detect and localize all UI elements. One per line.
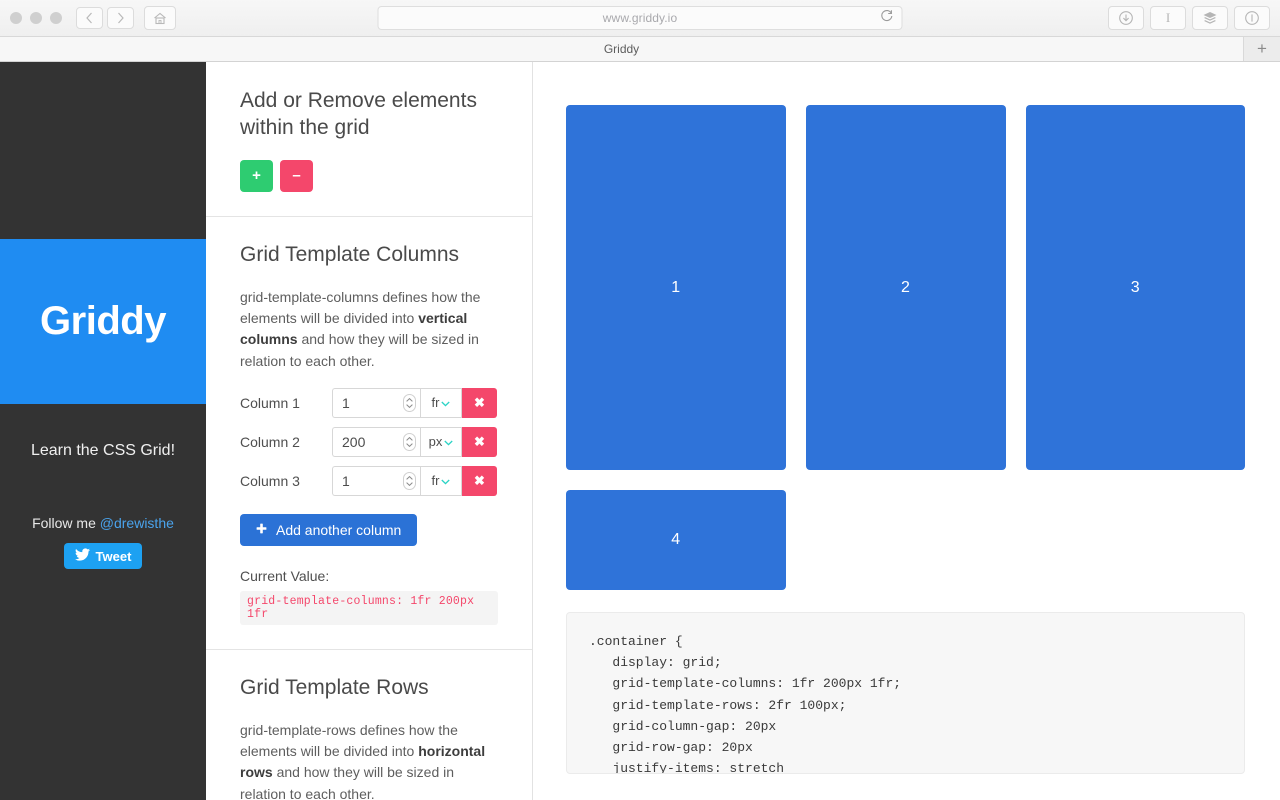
- column-1-unit: fr: [431, 395, 440, 411]
- columns-current-value: grid-template-columns: 1fr 200px 1fr: [240, 590, 498, 625]
- controls-column[interactable]: Add or Remove elements within the grid +…: [206, 62, 533, 800]
- forward-button[interactable]: [107, 7, 134, 29]
- plus-icon: +: [1257, 39, 1267, 58]
- add-another-column-button[interactable]: Add another column: [240, 513, 418, 546]
- window-traffic-lights: [10, 12, 62, 24]
- column-track-row: Column 2 200 px ✖: [240, 426, 498, 457]
- minimize-window-button[interactable]: [30, 12, 42, 24]
- add-another-column-label: Add another column: [276, 521, 402, 538]
- add-element-button[interactable]: +: [240, 159, 273, 192]
- tweet-button-wrapper: Tweet: [0, 531, 206, 569]
- url-text: www.griddy.io: [602, 11, 678, 25]
- home-icon: [153, 12, 167, 25]
- rows-description: grid-template-rows defines how the eleme…: [240, 720, 498, 800]
- logo-block: Griddy: [0, 239, 206, 404]
- follow-label: Follow me: [32, 515, 96, 531]
- plus-icon: [256, 522, 267, 537]
- column-track-row: Column 1 1 fr ✖: [240, 387, 498, 418]
- column-2-label: Column 2: [240, 433, 300, 450]
- column-2-delete-button[interactable]: ✖: [462, 426, 497, 457]
- close-window-button[interactable]: [10, 12, 22, 24]
- column-1-delete-button[interactable]: ✖: [462, 387, 497, 418]
- columns-panel-title: Grid Template Columns: [240, 242, 460, 266]
- info-button[interactable]: [1234, 6, 1270, 30]
- column-3-delete-button[interactable]: ✖: [462, 465, 497, 496]
- rows-desc-part2: and how they will be sized in relation t…: [240, 764, 455, 800]
- column-2-value: 200: [342, 433, 366, 450]
- generated-css-code: .container { display: grid; grid-templat…: [589, 634, 902, 774]
- grid-item[interactable]: 3: [1025, 105, 1245, 470]
- text-cursor-icon: I: [1165, 10, 1171, 25]
- column-1-label: Column 1: [240, 394, 300, 411]
- tab-strip: Griddy +: [0, 37, 1280, 62]
- layers-icon: [1202, 11, 1218, 25]
- grid-item[interactable]: 4: [566, 490, 786, 590]
- address-bar-wrapper: www.griddy.io: [377, 6, 903, 30]
- column-3-label: Column 3: [240, 472, 300, 489]
- chevron-left-icon: [85, 12, 94, 24]
- generated-css-box: .container { display: grid; grid-templat…: [566, 612, 1245, 774]
- column-3-value: 1: [342, 472, 350, 489]
- columns-current-value-label: Current Value:: [240, 567, 330, 584]
- column-3-stepper[interactable]: [403, 471, 416, 490]
- sidebar-top-spacer: [0, 62, 206, 239]
- download-button[interactable]: [1108, 6, 1144, 30]
- tab-overview-button[interactable]: [1192, 6, 1228, 30]
- address-bar[interactable]: www.griddy.io: [377, 6, 903, 30]
- column-2-stepper[interactable]: [403, 432, 416, 451]
- browser-toolbar: www.griddy.io I: [0, 0, 1280, 37]
- tweet-label: Tweet: [95, 548, 132, 564]
- add-remove-buttons: + –: [240, 159, 498, 192]
- home-button[interactable]: [144, 6, 176, 30]
- column-3-value-input[interactable]: 1: [332, 465, 420, 496]
- column-1-stepper[interactable]: [403, 393, 416, 412]
- column-2-unit: px: [428, 434, 443, 450]
- grid-preview-container: 1 2 3 4: [566, 105, 1245, 590]
- column-2-unit-select[interactable]: px: [420, 426, 462, 457]
- column-track-row: Column 3 1 fr ✖: [240, 465, 498, 496]
- rows-panel-title: Grid Template Rows: [240, 675, 429, 699]
- grid-template-rows-panel: Grid Template Rows grid-template-rows de…: [206, 650, 532, 800]
- grid-template-columns-panel: Grid Template Columns grid-template-colu…: [206, 217, 532, 650]
- add-remove-title: Add or Remove elements within the grid: [240, 89, 477, 139]
- tweet-button[interactable]: Tweet: [63, 543, 143, 569]
- download-icon: [1118, 10, 1134, 26]
- site-tagline: Learn the CSS Grid!: [30, 442, 176, 459]
- remove-element-button[interactable]: –: [280, 159, 313, 192]
- tab-griddy[interactable]: Griddy: [0, 37, 1244, 61]
- chevron-down-icon: [441, 473, 451, 488]
- follow-row: Follow me @drewisthe: [0, 460, 206, 531]
- column-1-value: 1: [342, 394, 350, 411]
- column-2-value-input[interactable]: 200: [332, 426, 420, 457]
- info-icon: [1244, 10, 1260, 26]
- back-button[interactable]: [76, 7, 103, 29]
- column-1-unit-select[interactable]: fr: [420, 387, 462, 418]
- columns-description: grid-template-columns defines how the el…: [240, 287, 498, 372]
- browser-chrome: www.griddy.io I Griddy +: [0, 0, 1280, 62]
- reader-mode-button[interactable]: I: [1150, 6, 1186, 30]
- new-tab-button[interactable]: +: [1244, 37, 1280, 61]
- twitter-bird-icon: [74, 548, 90, 564]
- column-3-unit: fr: [431, 473, 440, 489]
- navigation-buttons: [76, 7, 134, 29]
- add-remove-panel: Add or Remove elements within the grid +…: [206, 62, 532, 217]
- site-logo: Griddy: [40, 299, 166, 343]
- chevron-down-icon: [444, 434, 454, 449]
- chevron-right-icon: [116, 12, 125, 24]
- sidebar: Griddy Learn the CSS Grid! Follow me @dr…: [0, 62, 206, 800]
- column-3-unit-select[interactable]: fr: [420, 465, 462, 496]
- column-1-value-input[interactable]: 1: [332, 387, 420, 418]
- page-body: Griddy Learn the CSS Grid! Follow me @dr…: [0, 62, 1280, 800]
- chevron-down-icon: [441, 395, 451, 410]
- grid-item[interactable]: 1: [566, 105, 786, 470]
- twitter-handle-link[interactable]: @drewisthe: [100, 515, 174, 531]
- toolbar-right-buttons: I: [1108, 6, 1270, 30]
- grid-item[interactable]: 2: [805, 105, 1006, 470]
- tab-title: Griddy: [603, 42, 640, 56]
- maximize-window-button[interactable]: [50, 12, 62, 24]
- reload-icon[interactable]: [881, 9, 894, 27]
- preview-area: 1 2 3 4 .container { display: grid; grid…: [533, 62, 1280, 800]
